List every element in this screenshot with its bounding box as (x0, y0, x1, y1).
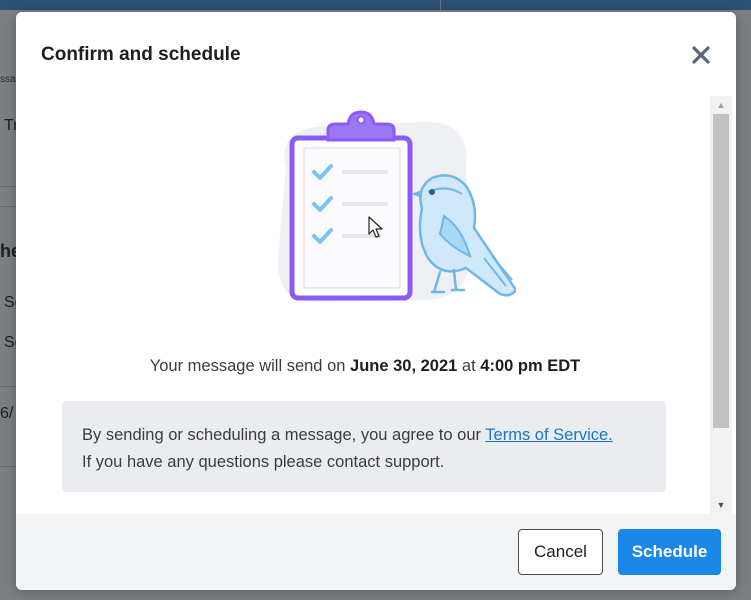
clipboard-bird-illustration (277, 110, 516, 302)
scroll-up-arrow[interactable]: ▲ (710, 96, 732, 114)
background-divider (0, 386, 16, 387)
cancel-button[interactable]: Cancel (518, 529, 603, 575)
dialog-title: Confirm and schedule (41, 44, 241, 65)
schedule-button[interactable]: Schedule (618, 529, 721, 575)
terms-of-service-link[interactable]: Terms of Service. (485, 426, 612, 444)
background-text: 6/ (0, 405, 14, 422)
background-divider (0, 466, 16, 467)
notice-text: By sending or scheduling a message, you … (82, 426, 486, 444)
notice-line-1: By sending or scheduling a message, you … (82, 422, 646, 449)
dialog-scrollbar[interactable]: ▲ ▼ (710, 96, 732, 514)
dialog-body: Your message will send on June 30, 2021 … (16, 96, 736, 514)
close-icon (692, 46, 710, 64)
mouse-pointer-icon (368, 216, 383, 238)
send-time: 4:00 pm EDT (480, 357, 581, 375)
background-text: ssa (0, 74, 16, 85)
scroll-down-arrow[interactable]: ▼ (710, 496, 732, 514)
terms-notice: By sending or scheduling a message, you … (62, 401, 666, 492)
close-button[interactable] (684, 38, 718, 72)
notice-line-2: If you have any questions please contact… (82, 453, 445, 471)
dialog-footer: Cancel Schedule (16, 514, 736, 590)
scroll-thumb[interactable] (713, 114, 729, 428)
background-divider (0, 206, 16, 207)
background-topbar-divider (440, 0, 441, 10)
confirm-schedule-dialog: Confirm and schedule Your message will s… (16, 12, 736, 590)
background-divider (0, 186, 16, 187)
scheduled-send-text: Your message will send on June 30, 2021 … (16, 357, 714, 376)
dialog-header: Confirm and schedule (16, 12, 736, 96)
send-date: June 30, 2021 (350, 357, 458, 375)
background-topbar (0, 0, 751, 10)
send-prefix: Your message will send on (149, 357, 351, 375)
send-at: at (457, 357, 481, 375)
